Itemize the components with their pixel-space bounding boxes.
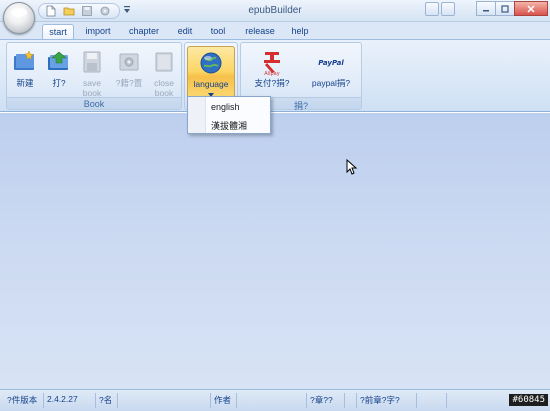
ribbon-tab-bar: start import chapter edit tool release h…: [0, 22, 550, 41]
status-chapter-count-value: [345, 393, 357, 408]
open-book-label: 打?: [52, 78, 66, 88]
title-bar: epubBuilder: [0, 0, 550, 22]
watermark: #60845: [509, 394, 548, 406]
status-book-name-label: ?名: [96, 393, 118, 408]
window-title: epubBuilder: [248, 5, 302, 16]
close-button[interactable]: [514, 1, 548, 16]
open-book-icon: [45, 48, 73, 76]
new-book-icon: [11, 48, 39, 76]
status-bar: ?件版本 2.4.2.27 ?名 作者 ?章?? ?前章?字?: [0, 389, 550, 411]
extra-caption-buttons: [423, 2, 455, 16]
tab-import[interactable]: import: [80, 24, 116, 40]
close-book-label-line1: close: [154, 78, 174, 88]
new-book-label: 新建: [16, 78, 34, 88]
status-chapter-count-label: ?章??: [307, 393, 345, 408]
help-icon[interactable]: [441, 2, 455, 16]
ribbon: 新建 打? save book ?籍?置 close book Book lan…: [0, 39, 550, 112]
menu-item-english[interactable]: english: [189, 99, 269, 115]
paypal-donate-label: paypal捐?: [311, 78, 351, 88]
status-chapter-words-label: ?前章?字?: [357, 393, 417, 408]
open-book-button[interactable]: 打?: [43, 46, 75, 98]
book-group: 新建 打? save book ?籍?置 close book Book: [6, 42, 182, 110]
close-book-button[interactable]: close book: [147, 46, 181, 98]
svg-text:PayPal: PayPal: [318, 59, 344, 67]
alipay-icon: Alipay: [258, 48, 286, 77]
status-author-value: [237, 393, 307, 408]
language-label: language: [193, 79, 229, 89]
main-workspace[interactable]: [0, 113, 550, 389]
status-software-version-label: ?件版本: [4, 393, 44, 408]
application-menu-button[interactable]: [3, 2, 35, 34]
tab-edit[interactable]: edit: [172, 24, 198, 40]
tab-release[interactable]: release: [240, 24, 280, 40]
paypal-donate-button[interactable]: PayPal paypal捐?: [303, 46, 359, 98]
paypal-icon: PayPal: [317, 48, 345, 76]
mouse-cursor-icon: [346, 159, 358, 175]
save-icon: [78, 48, 106, 76]
book-settings-button[interactable]: ?籍?置: [111, 46, 147, 98]
window-controls: [476, 1, 548, 17]
book-settings-icon: [115, 48, 143, 76]
eye-icon[interactable]: [425, 2, 439, 16]
tab-help[interactable]: help: [287, 24, 313, 40]
language-dropdown-menu: english 漢拔體湘: [187, 96, 271, 134]
status-book-name-value: [118, 393, 211, 408]
book-settings-label: ?籍?置: [115, 78, 143, 88]
save-book-button[interactable]: save book: [75, 46, 109, 98]
alipay-donate-button[interactable]: Alipay 支付?捐?: [245, 46, 299, 98]
svg-text:Alipay: Alipay: [264, 71, 279, 76]
tab-tool[interactable]: tool: [205, 24, 231, 40]
new-book-button[interactable]: 新建: [9, 46, 41, 98]
language-button[interactable]: language: [187, 46, 235, 102]
globe-icon: [197, 49, 225, 77]
save-book-label-line1: save: [83, 78, 101, 88]
minimize-button[interactable]: [476, 1, 496, 16]
book-group-label: Book: [7, 97, 181, 109]
alipay-donate-label: 支付?捐?: [254, 78, 290, 88]
status-author-label: 作者: [211, 393, 237, 408]
status-chapter-words-value: [417, 393, 447, 408]
menu-item-chinese[interactable]: 漢拔體湘: [189, 116, 269, 132]
maximize-button[interactable]: [495, 1, 515, 16]
close-book-icon: [150, 48, 178, 76]
status-version-value: 2.4.2.27: [44, 393, 96, 408]
chevron-down-icon: [188, 89, 234, 97]
tab-chapter[interactable]: chapter: [124, 24, 164, 40]
